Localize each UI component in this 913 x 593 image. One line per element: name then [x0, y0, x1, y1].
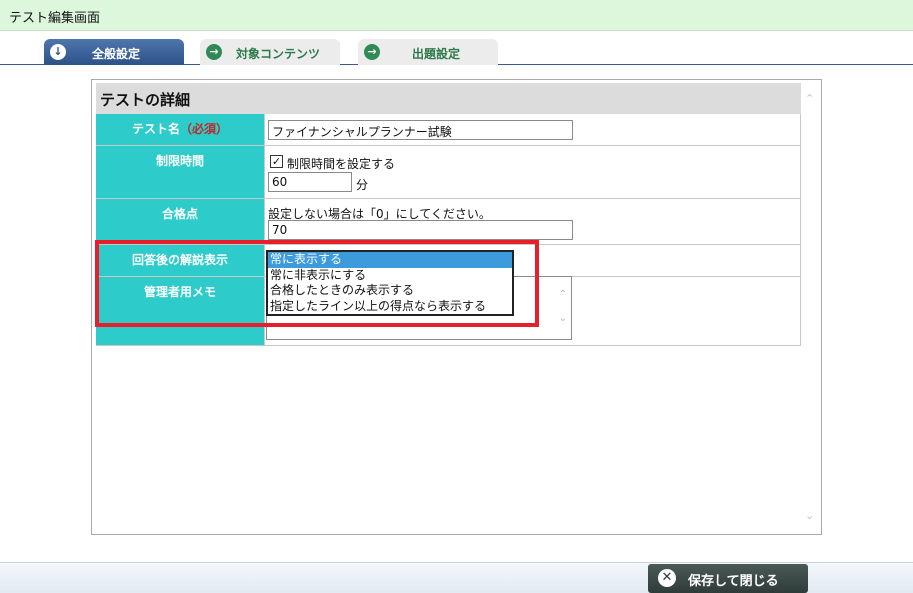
tab-general-settings[interactable]: ↓ 全般設定 [44, 39, 184, 65]
time-limit-checkbox-label: 制限時間を設定する [287, 157, 396, 171]
option-show-above-line[interactable]: 指定したライン以上の得点なら表示する [268, 299, 512, 315]
test-name-row: テスト名（必須） ファイナンシャルプランナー試験 [96, 114, 801, 146]
chevron-down-icon[interactable]: ⌄ [559, 313, 567, 324]
time-limit-checkbox[interactable]: ✓ [270, 155, 283, 168]
time-limit-label: 制限時間 [96, 146, 264, 198]
required-mark: （必須） [180, 122, 229, 136]
tab-target-content[interactable]: → 対象コンテンツ [200, 39, 340, 65]
tab-question-settings[interactable]: → 出題設定 [358, 39, 498, 65]
option-show-on-pass[interactable]: 合格したときのみ表示する [268, 283, 512, 299]
time-limit-row: 制限時間 ✓ 制限時間を設定する 60 分 [96, 146, 801, 199]
option-always-show[interactable]: 常に表示する [268, 252, 512, 268]
chevron-up-icon[interactable]: ⌃ [805, 92, 814, 105]
close-icon: ✕ [658, 569, 676, 587]
test-name-input[interactable]: ファイナンシャルプランナー試験 [268, 120, 573, 140]
pass-score-label: 合格点 [96, 199, 264, 244]
explanation-select-list[interactable]: 常に表示する 常に非表示にする 合格したときのみ表示する 指定したライン以上の得… [266, 250, 514, 316]
arrow-right-icon: → [364, 44, 380, 60]
time-limit-unit: 分 [356, 178, 369, 192]
panel-scrollbar[interactable]: ⌃ ⌄ [801, 80, 821, 534]
tab-bar: ↓ 全般設定 → 対象コンテンツ → 出題設定 [0, 31, 913, 65]
save-and-close-button[interactable]: ✕ 保存して閉じる [648, 564, 808, 593]
option-always-hide[interactable]: 常に非表示にする [268, 268, 512, 284]
chevron-up-icon[interactable]: ⌃ [559, 289, 567, 300]
window-title: テスト編集画面 [9, 11, 101, 26]
details-panel: テストの詳細 テスト名（必須） ファイナンシャルプランナー試験 制限時間 ✓ 制… [91, 79, 822, 535]
arrow-right-icon: → [206, 44, 222, 60]
memo-label: 管理者用メモ [96, 277, 264, 345]
arrow-down-icon: ↓ [50, 44, 66, 60]
section-title: テストの詳細 [96, 83, 801, 114]
pass-score-row: 合格点 設定しない場合は「0」にしてください。 70 [96, 199, 801, 245]
test-name-label: テスト名（必須） [96, 114, 264, 145]
title-bar: テスト編集画面 [0, 0, 913, 31]
time-limit-input[interactable]: 60 [268, 172, 352, 192]
explanation-label: 回答後の解説表示 [96, 245, 264, 276]
pass-score-input[interactable]: 70 [268, 220, 573, 240]
chevron-down-icon[interactable]: ⌄ [805, 509, 814, 522]
